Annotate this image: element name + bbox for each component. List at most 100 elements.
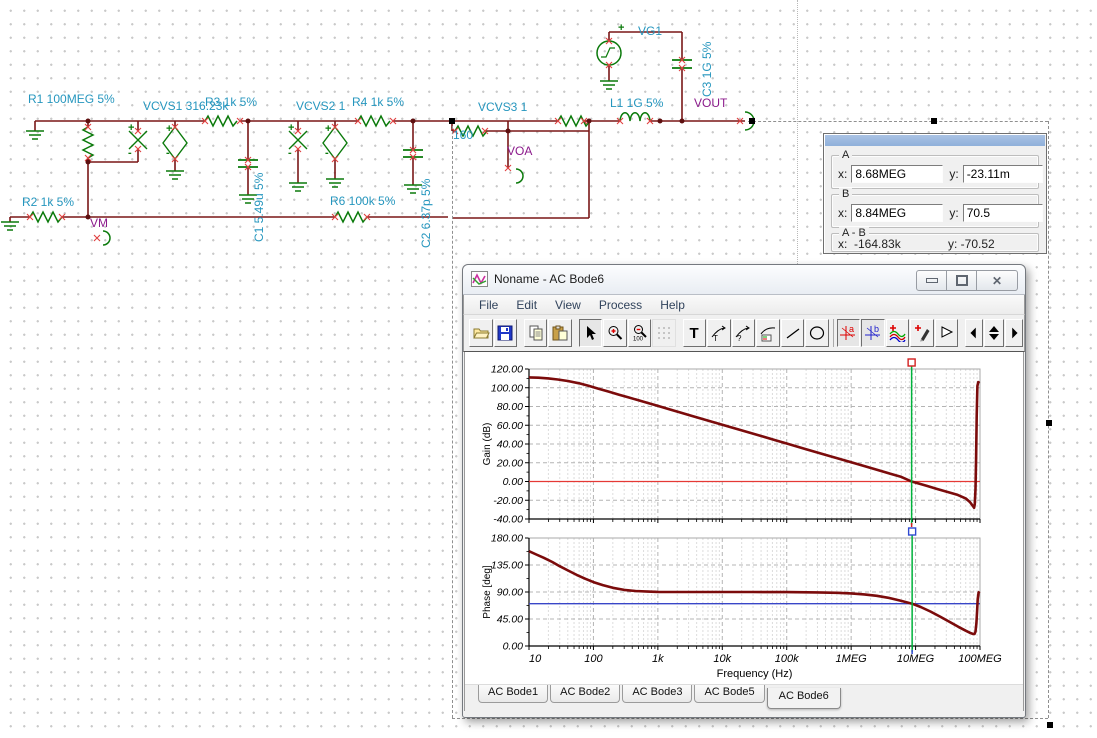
svg-text:Phase [deg]: Phase [deg] [482, 565, 493, 619]
add-curve-icon [888, 324, 906, 342]
add-curve-button[interactable] [886, 319, 910, 347]
tab-ac-bode3[interactable]: AC Bode3 [622, 685, 692, 703]
zoom-out-100-button[interactable]: 100 [628, 319, 652, 347]
b-x-label: x: [838, 206, 847, 220]
component-label[interactable]: VOA [507, 144, 532, 158]
selection-bottom-edge [452, 718, 1048, 719]
svg-text:-40.00: -40.00 [493, 514, 523, 526]
slope-marker-button[interactable] [935, 319, 959, 347]
component-label[interactable]: R4 1k 5% [352, 95, 404, 109]
cursor-b-y-field[interactable] [963, 204, 1043, 222]
line-button[interactable] [781, 319, 805, 347]
set-scale-button[interactable]: T [707, 319, 731, 347]
svg-text:10MEG: 10MEG [897, 653, 935, 665]
component-label[interactable]: C3 1G 5% [700, 42, 714, 97]
group-a-legend: A [839, 149, 852, 161]
maximize-button[interactable] [946, 270, 977, 291]
bode-charts: 120.00100.0080.0060.0040.0020.000.00-20.… [465, 357, 1023, 687]
selection-top-edge [748, 121, 1048, 122]
text-button[interactable]: T [683, 319, 707, 347]
page-right-button[interactable] [1005, 319, 1023, 347]
menu-item-edit[interactable]: Edit [507, 296, 546, 314]
cursor-a-icon: a [839, 324, 857, 342]
cursor-b-x-field[interactable] [851, 204, 943, 222]
zoom-out-100-icon: 100 [631, 324, 649, 342]
open-button[interactable] [469, 319, 493, 347]
tab-ac-bode5[interactable]: AC Bode5 [694, 685, 764, 703]
chart-client-area: 120.00100.0080.0060.0040.0020.000.00-20.… [464, 352, 1024, 711]
component-label[interactable]: 160 [453, 128, 473, 142]
component-label[interactable]: VCVS2 1 [296, 99, 345, 113]
page-left-icon [966, 324, 982, 342]
selection-handle[interactable] [449, 118, 455, 124]
menu-item-view[interactable]: View [546, 296, 590, 314]
close-button[interactable]: ✕ [976, 270, 1018, 291]
zoom-in-button[interactable] [603, 319, 627, 347]
component-label[interactable]: R1 100MEG 5% [28, 92, 115, 106]
cursor-a-x-field[interactable] [851, 165, 943, 183]
tab-ac-bode6[interactable]: AC Bode6 [767, 688, 841, 709]
svg-text:1MEG: 1MEG [836, 653, 868, 665]
selection-handle[interactable] [1046, 420, 1052, 426]
window-title: Noname - AC Bode6 [494, 272, 604, 286]
cursor-b-handle[interactable] [909, 528, 916, 535]
svg-text:100MEG: 100MEG [958, 653, 1002, 665]
panel-grip[interactable] [825, 135, 1045, 146]
component-label[interactable]: C1 5.49u 5% [252, 173, 266, 242]
cursor-a-y-field[interactable] [963, 165, 1043, 183]
minimize-button[interactable] [916, 270, 947, 291]
zoom-in-icon [606, 324, 624, 342]
svg-text:+: + [618, 22, 624, 34]
selection-handle[interactable] [931, 118, 937, 124]
selection-handle[interactable] [1047, 722, 1053, 728]
svg-text:120.00: 120.00 [491, 364, 523, 376]
minimize-icon [926, 278, 938, 283]
cursor-a-handle[interactable] [908, 359, 915, 366]
cursor-readout-panel: A x: y: B x: y: A - B x: -164.83k y: -70… [823, 133, 1047, 254]
paste-button[interactable] [548, 319, 572, 347]
menu-item-file[interactable]: File [470, 296, 507, 314]
title-bar[interactable]: Noname - AC Bode6 ✕ [463, 265, 1025, 295]
grid-button[interactable] [652, 319, 676, 347]
curve-query-icon: ? [734, 324, 752, 342]
legend-button[interactable] [756, 319, 780, 347]
ellipse-button[interactable] [805, 319, 829, 347]
component-label[interactable]: L1 1G 5% [610, 96, 663, 110]
component-label[interactable]: R6 100k 5% [330, 194, 395, 208]
curve-query-button[interactable]: ? [732, 319, 756, 347]
tab-ac-bode2[interactable]: AC Bode2 [550, 685, 620, 703]
close-icon: ✕ [992, 275, 1002, 287]
component-label[interactable]: R3 1k 5% [205, 95, 257, 109]
component-label[interactable]: C2 6.37p 5% [419, 179, 433, 248]
slope-marker-icon [938, 324, 956, 342]
cursor-a-button[interactable]: a [837, 319, 861, 347]
svg-text:Gain (dB): Gain (dB) [482, 423, 493, 466]
svg-text:-: - [166, 147, 170, 159]
svg-text:Frequency (Hz): Frequency (Hz) [717, 668, 793, 680]
ab-x-value: x: -164.83k [838, 237, 948, 251]
menu-item-help[interactable]: Help [651, 296, 694, 314]
component-label[interactable]: VG1 [638, 24, 662, 38]
toolbar: 100 TT? ab [463, 315, 1025, 352]
svg-text:100.00: 100.00 [491, 382, 523, 394]
save-icon [496, 324, 514, 342]
group-b-legend: B [839, 188, 852, 200]
save-button[interactable] [494, 319, 518, 347]
svg-text:20.00: 20.00 [496, 457, 523, 469]
component-label[interactable]: VOUT [694, 96, 727, 110]
component-label[interactable]: R2 1k 5% [22, 195, 74, 209]
tab-ac-bode1[interactable]: AC Bode1 [478, 685, 548, 703]
cursor-ab-group: A - B x: -164.83k y: -70.52 [831, 233, 1039, 252]
menu-item-process[interactable]: Process [590, 296, 651, 314]
page-updown-button[interactable] [984, 319, 1004, 347]
ab-y-value: y: -70.52 [948, 237, 995, 251]
component-label[interactable]: VCVS3 1 [478, 100, 527, 114]
copy-icon [527, 324, 545, 342]
cursor-b-button[interactable]: b [861, 319, 885, 347]
copy-button[interactable] [524, 319, 548, 347]
select-arrow-button[interactable] [579, 319, 603, 347]
component-label[interactable]: VM [90, 216, 108, 230]
marker-pen-button[interactable] [910, 319, 934, 347]
page-left-button[interactable] [965, 319, 983, 347]
selection-handle[interactable] [749, 118, 755, 124]
